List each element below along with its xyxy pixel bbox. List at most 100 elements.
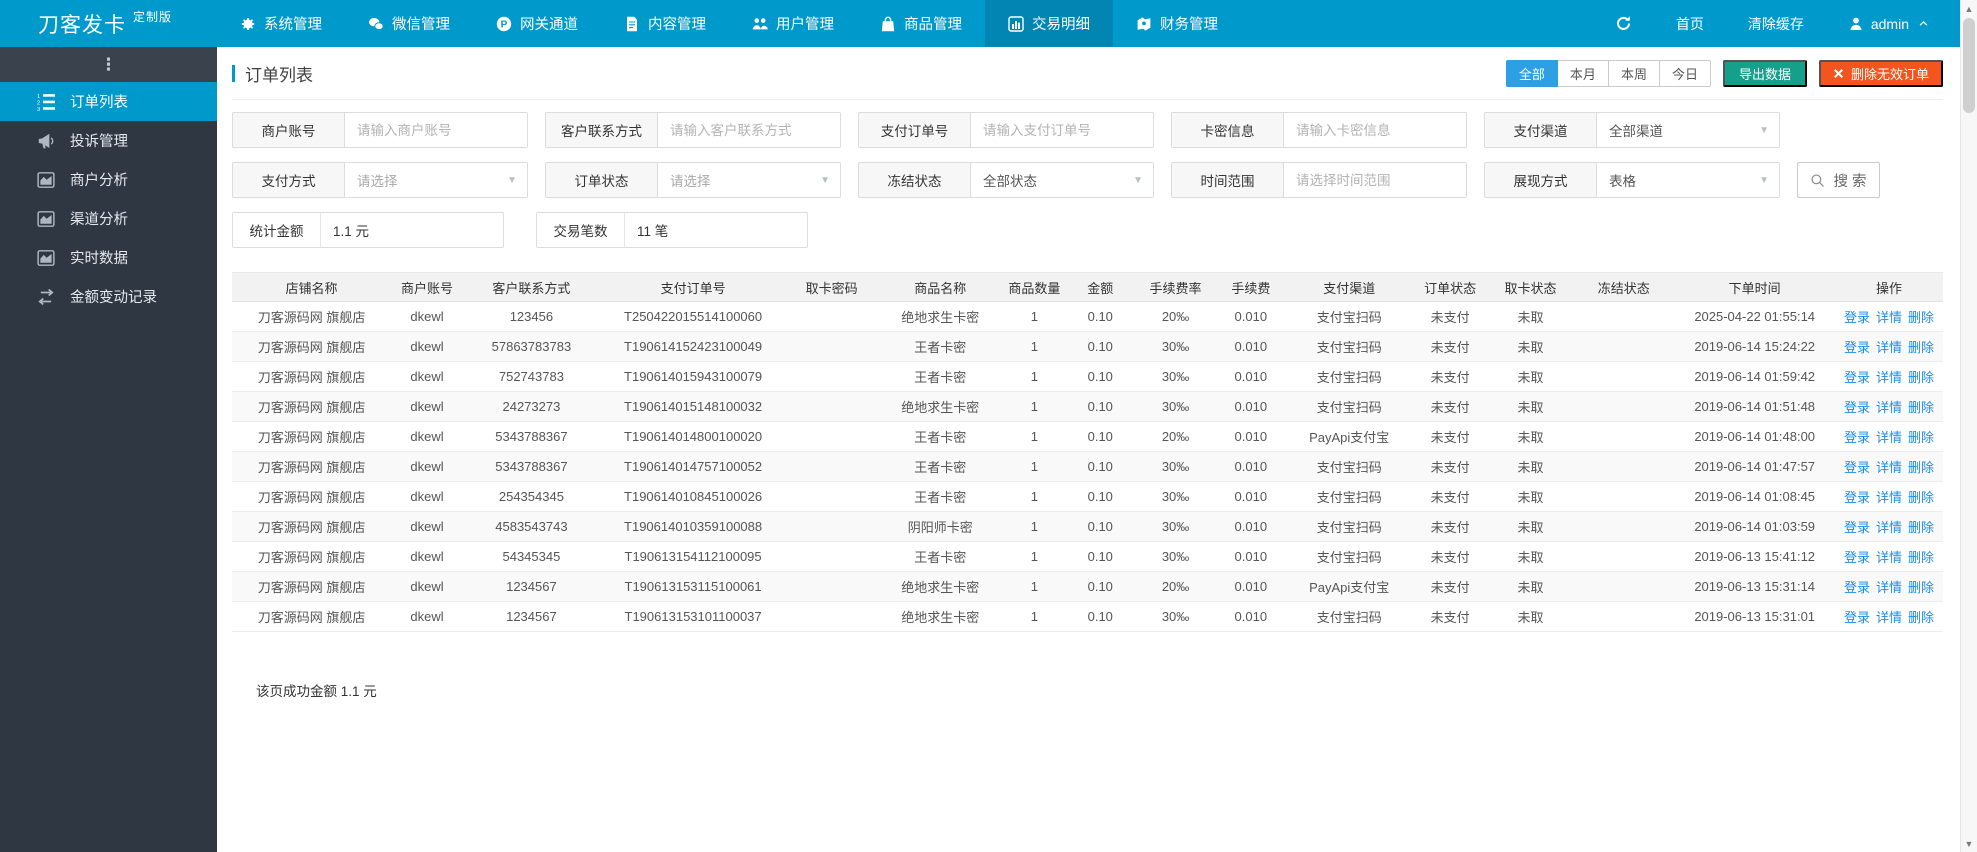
action-link-详情[interactable]: 详情: [1876, 400, 1902, 415]
column-header-下单时间: 下单时间: [1674, 272, 1836, 302]
filter-select-支付方式[interactable]: 请选择 ▼: [345, 163, 527, 197]
filter-select-冻结状态[interactable]: 全部状态 ▼: [971, 163, 1153, 197]
scroll-down-arrow-icon[interactable]: ▼: [1961, 835, 1977, 852]
filter-select-支付渠道[interactable]: 全部渠道 ▼: [1597, 113, 1779, 147]
filter-input-卡密信息[interactable]: [1284, 113, 1466, 147]
sidebar-item-label: 实时数据: [70, 251, 128, 267]
filter-select-订单状态[interactable]: 请选择 ▼: [658, 163, 840, 197]
cell-商品名称: 绝地求生卡密: [877, 301, 1004, 332]
action-link-登录[interactable]: 登录: [1844, 400, 1870, 415]
action-link-登录[interactable]: 登录: [1844, 490, 1870, 505]
cell-冻结状态: [1573, 361, 1675, 392]
svg-text:3: 3: [37, 107, 40, 111]
filter-input-时间范围[interactable]: [1284, 163, 1466, 197]
action-link-详情[interactable]: 详情: [1876, 550, 1902, 565]
action-link-删除[interactable]: 删除: [1908, 460, 1934, 475]
action-link-详情[interactable]: 详情: [1876, 460, 1902, 475]
action-link-详情[interactable]: 详情: [1876, 430, 1902, 445]
table-row: 刀客源码网 旗舰店 dkewl 123456 T250422015514100060 绝…: [232, 301, 1943, 332]
cell-商户账号: dkewl: [391, 571, 463, 602]
action-link-登录[interactable]: 登录: [1844, 580, 1870, 595]
filter-input-商户账号[interactable]: [345, 113, 527, 147]
nav-item-gear[interactable]: 系统管理: [217, 0, 345, 47]
date-range-tabs: 全部 本月 本周 今日: [1505, 59, 1711, 87]
action-link-登录[interactable]: 登录: [1844, 310, 1870, 325]
user-menu[interactable]: admin: [1848, 16, 1929, 32]
scroll-up-arrow-icon[interactable]: ▲: [1961, 0, 1977, 17]
action-link-删除[interactable]: 删除: [1908, 310, 1934, 325]
bullhorn-icon: [37, 132, 55, 150]
text-input[interactable]: [670, 122, 828, 138]
action-link-详情[interactable]: 详情: [1876, 520, 1902, 535]
sidebar-item-订单列表[interactable]: 123 订单列表: [0, 82, 217, 121]
action-link-登录[interactable]: 登录: [1844, 340, 1870, 355]
action-link-登录[interactable]: 登录: [1844, 430, 1870, 445]
sidebar-item-商户分析[interactable]: 商户分析: [0, 160, 217, 199]
cell-订单状态: 未支付: [1412, 601, 1488, 632]
sidebar-item-渠道分析[interactable]: 渠道分析: [0, 199, 217, 238]
action-link-删除[interactable]: 删除: [1908, 580, 1934, 595]
action-link-删除[interactable]: 删除: [1908, 610, 1934, 625]
nav-item-money[interactable]: 财务管理: [1113, 0, 1241, 47]
cell-金额: 0.10: [1065, 331, 1136, 362]
cell-订单状态: 未支付: [1412, 571, 1488, 602]
action-link-登录[interactable]: 登录: [1844, 520, 1870, 535]
cell-支付订单号: T250422015514100060: [599, 301, 787, 332]
nav-home-link[interactable]: 首页: [1676, 14, 1704, 34]
text-input[interactable]: [357, 122, 515, 138]
nav-item-bar-chart[interactable]: 交易明细: [985, 0, 1113, 47]
sidebar-collapse-toggle[interactable]: ⋮: [0, 47, 217, 82]
clear-cache-link[interactable]: 清除缓存: [1748, 14, 1804, 34]
column-header-手续费率: 手续费率: [1135, 272, 1216, 302]
action-link-详情[interactable]: 详情: [1876, 340, 1902, 355]
sidebar-item-实时数据[interactable]: 实时数据: [0, 238, 217, 277]
cell-取卡状态: 未取: [1487, 571, 1574, 602]
nav-item-users[interactable]: 用户管理: [729, 0, 857, 47]
scrollbar-thumb[interactable]: [1963, 18, 1975, 113]
sidebar-item-金额变动记录[interactable]: 金额变动记录: [0, 277, 217, 316]
action-link-登录[interactable]: 登录: [1844, 610, 1870, 625]
action-link-删除[interactable]: 删除: [1908, 400, 1934, 415]
gear-icon: [240, 16, 256, 32]
action-link-删除[interactable]: 删除: [1908, 520, 1934, 535]
action-link-删除[interactable]: 删除: [1908, 490, 1934, 505]
action-link-详情[interactable]: 详情: [1876, 610, 1902, 625]
range-tab-本月[interactable]: 本月: [1557, 59, 1609, 87]
cell-支付渠道: 支付宝扫码: [1285, 331, 1413, 362]
action-link-删除[interactable]: 删除: [1908, 340, 1934, 355]
range-tab-今日[interactable]: 今日: [1659, 59, 1711, 87]
text-input[interactable]: [1296, 172, 1454, 188]
nav-item-gateway-p[interactable]: P 网关通道: [473, 0, 601, 47]
refresh-button[interactable]: [1615, 15, 1632, 32]
text-input[interactable]: [983, 122, 1141, 138]
action-link-详情[interactable]: 详情: [1876, 370, 1902, 385]
ellipsis-icon: ⋮: [100, 55, 117, 74]
filter-input-支付订单号[interactable]: [971, 113, 1153, 147]
action-link-删除[interactable]: 删除: [1908, 370, 1934, 385]
action-link-删除[interactable]: 删除: [1908, 550, 1934, 565]
action-link-详情[interactable]: 详情: [1876, 490, 1902, 505]
filter-select-展现方式[interactable]: 表格 ▼: [1597, 163, 1779, 197]
action-link-详情[interactable]: 详情: [1876, 310, 1902, 325]
text-input[interactable]: [1296, 122, 1454, 138]
app-logo[interactable]: 刀客发卡 定制版: [0, 0, 217, 47]
export-data-button[interactable]: 导出数据: [1722, 59, 1807, 87]
vertical-scrollbar[interactable]: ▲ ▼: [1960, 0, 1977, 852]
action-link-删除[interactable]: 删除: [1908, 430, 1934, 445]
filter-input-客户联系方式[interactable]: [658, 113, 840, 147]
page-summary: 该页成功金额 1.1 元: [256, 684, 377, 699]
action-link-登录[interactable]: 登录: [1844, 460, 1870, 475]
cell-商户账号: dkewl: [391, 511, 463, 542]
nav-item-wechat[interactable]: 微信管理: [345, 0, 473, 47]
sidebar-item-投诉管理[interactable]: 投诉管理: [0, 121, 217, 160]
cell-客户联系方式: 5343788367: [462, 421, 600, 452]
search-button[interactable]: 搜 索: [1797, 162, 1880, 198]
action-link-登录[interactable]: 登录: [1844, 550, 1870, 565]
range-tab-本周[interactable]: 本周: [1608, 59, 1660, 87]
nav-item-bag[interactable]: 商品管理: [857, 0, 985, 47]
action-link-详情[interactable]: 详情: [1876, 580, 1902, 595]
range-tab-全部[interactable]: 全部: [1505, 59, 1558, 87]
action-link-登录[interactable]: 登录: [1844, 370, 1870, 385]
delete-invalid-orders-button[interactable]: 删除无效订单: [1818, 59, 1943, 87]
nav-item-document[interactable]: 内容管理: [601, 0, 729, 47]
